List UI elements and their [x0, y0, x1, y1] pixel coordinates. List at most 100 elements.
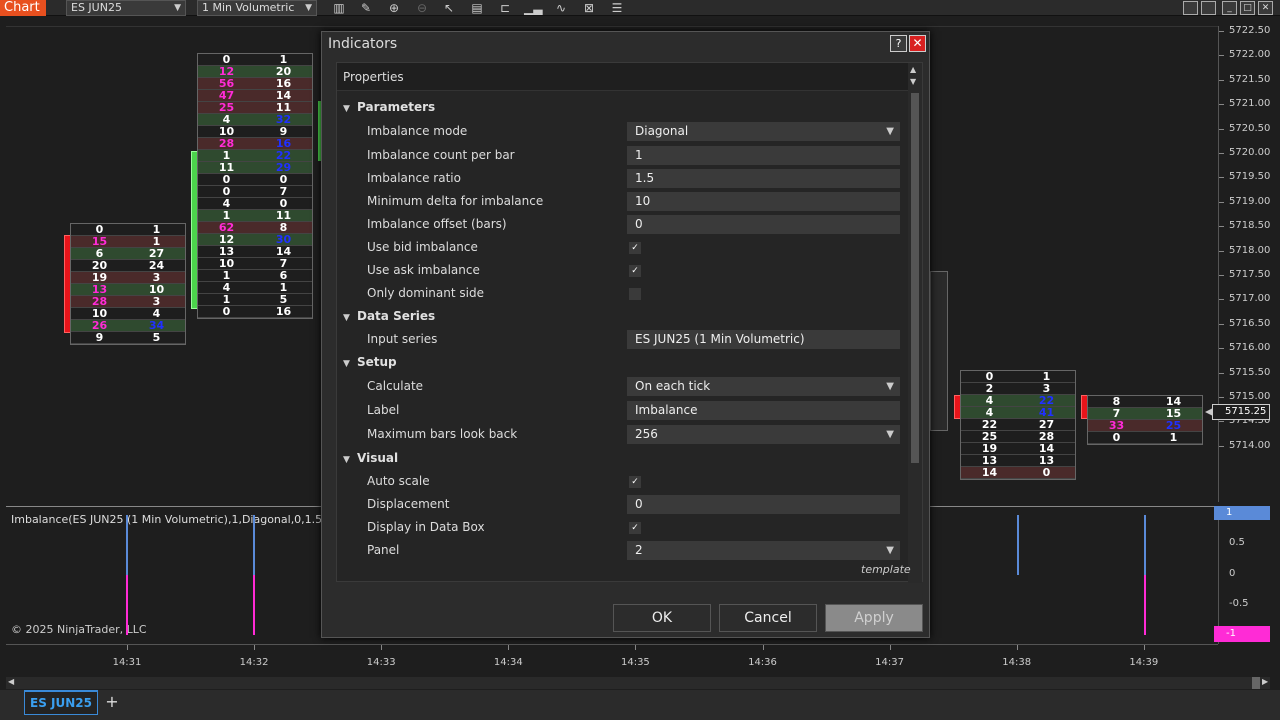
max-bars-select[interactable]: 256 ▼	[627, 425, 900, 444]
bar-type-icon[interactable]: ▥	[330, 0, 348, 16]
strategies-icon[interactable]: ∿	[552, 0, 570, 16]
help-icon[interactable]: ?	[890, 35, 907, 52]
collapse-triangle-icon: ▼	[343, 455, 350, 465]
panel-select[interactable]: 2 ▼	[627, 541, 900, 560]
price-tick-label: 5718.50	[1229, 220, 1271, 232]
collapse-triangle-icon: ▼	[343, 359, 350, 369]
use-ask-checkbox[interactable]: ✓	[629, 265, 641, 277]
display-data-box-checkbox[interactable]: ✓	[629, 522, 641, 534]
displacement-input[interactable]: 0	[627, 495, 900, 514]
label-imbalance-count: Imbalance count per bar	[367, 148, 515, 162]
footprint-row: 01	[71, 224, 185, 236]
indicators-icon[interactable]: ▁▃	[524, 0, 542, 16]
scroll-thumb[interactable]	[1252, 677, 1260, 689]
scroll-down-icon[interactable]: ▼	[910, 77, 916, 86]
tab-es-jun25[interactable]: ES JUN25	[24, 690, 98, 715]
footprint-bar: 0 1 2 3 4 22 4 41 22 27 25 28 19 14 13 13 14 0	[960, 370, 1076, 480]
ask-volume: 0	[1042, 466, 1051, 479]
imbalance-plot-up	[1017, 515, 1019, 575]
footprint-row: 95	[71, 332, 185, 344]
restore-icon[interactable]	[1201, 1, 1216, 15]
close-icon[interactable]: ✕	[909, 35, 926, 52]
last-price-marker: 5715.25	[1205, 404, 1270, 420]
footprint-row: 07	[198, 186, 312, 198]
footprint-row: 1 22	[198, 150, 312, 162]
chart-trader-icon[interactable]: ⊏	[496, 0, 514, 16]
category-visual[interactable]: ▼ Visual	[343, 451, 398, 465]
close-icon[interactable]: ✕	[1258, 1, 1273, 15]
use-bid-checkbox[interactable]: ✓	[629, 242, 641, 254]
horizontal-scrollbar[interactable]: ◀ ▶	[6, 677, 1270, 689]
imbalance-plot-up	[253, 515, 255, 575]
category-setup[interactable]: ▼ Setup	[343, 355, 397, 369]
price-tick-mark	[1219, 275, 1224, 276]
pointer-icon[interactable]: ↖	[440, 0, 458, 16]
indicator-axis[interactable]: 0.5 0 -0.5	[1218, 506, 1280, 644]
footprint-row: 11 29	[198, 162, 312, 174]
scroll-left-icon[interactable]: ◀	[8, 677, 14, 686]
footprint-row: 10 4	[71, 308, 185, 320]
footprint-row: 25 28	[961, 431, 1075, 443]
label-max-bars: Maximum bars look back	[367, 427, 518, 441]
price-tick-label: 5720.00	[1229, 147, 1271, 158]
zoom-in-icon[interactable]: ⊕	[385, 0, 403, 16]
minimize-window-icon[interactable]: _	[1222, 1, 1237, 15]
data-box-icon[interactable]: ▤	[468, 0, 486, 16]
price-tick-mark	[1219, 153, 1224, 154]
maximize-icon[interactable]: □	[1240, 1, 1255, 15]
time-tick-mark	[635, 645, 637, 650]
time-axis[interactable]: 14:31 14:32 14:33 14:34 14:35 14:36 14:37 14:38…	[6, 644, 1218, 676]
templates-icon[interactable]: ⊠	[580, 0, 598, 16]
category-data-series[interactable]: ▼ Data Series	[343, 309, 435, 323]
calculate-select[interactable]: On each tick ▼	[627, 377, 900, 396]
imbalance-plot-down	[1144, 575, 1146, 635]
category-parameters[interactable]: ▼ Parameters	[343, 100, 435, 114]
price-axis[interactable]: 5722.50 5722.00 5721.50 5721.00 5720.50 5720.…	[1218, 25, 1280, 502]
imbalance-ratio-input[interactable]: 1.5	[627, 169, 900, 188]
label-panel: Panel	[367, 543, 400, 557]
ok-button[interactable]: OK	[613, 604, 711, 632]
properties-icon[interactable]: ☰	[608, 0, 626, 16]
footprint-row: 25 11	[198, 102, 312, 114]
imbalance-count-input[interactable]: 1	[627, 146, 900, 165]
time-tick-label: 14:37	[875, 657, 905, 668]
add-tab-icon[interactable]: +	[104, 693, 120, 711]
drawing-tool-icon[interactable]: ✎	[357, 0, 375, 16]
footprint-row: 10 9	[198, 126, 312, 138]
properties-scrollbar[interactable]: ▲ ▼	[908, 63, 922, 583]
price-tick-label: 5722.50	[1229, 25, 1271, 36]
template-link[interactable]: template	[861, 563, 911, 576]
footprint-row: 01	[1088, 432, 1202, 444]
chevron-down-icon: ▼	[305, 3, 312, 13]
apply-button[interactable]: Apply	[825, 604, 923, 632]
chart-window-tab[interactable]: Chart	[0, 0, 46, 16]
only-dominant-checkbox[interactable]	[629, 288, 641, 300]
label-input[interactable]: Imbalance	[627, 401, 900, 420]
indicator-value-tag-down: -1	[1214, 626, 1270, 642]
price-tick-mark	[1219, 79, 1224, 81]
price-tick-mark	[1219, 348, 1224, 350]
price-tick-mark	[1219, 177, 1224, 179]
scroll-right-icon[interactable]: ▶	[1262, 677, 1268, 686]
cancel-button[interactable]: Cancel	[719, 604, 817, 632]
minimize-icon[interactable]	[1183, 1, 1198, 15]
instrument-selector[interactable]: ES JUN25 ▼	[66, 0, 186, 16]
interval-selector[interactable]: 1 Min Volumetric ▼	[197, 0, 317, 16]
footprint-bar: 0 1 12 20 56 16 47 14 25 11 4 32 10 9 28 16 1 22 11 29 0 0 0 7 4…	[197, 53, 313, 319]
imbalance-mode-select[interactable]: Diagonal ▼	[627, 122, 900, 141]
price-tick-mark	[1219, 104, 1224, 106]
scroll-up-icon[interactable]: ▲	[910, 65, 916, 74]
time-tick-label: 14:39	[1129, 657, 1159, 668]
ninjatrader-chart-window: Chart ES JUN25 ▼ 1 Min Volumetric ▼ ▥ ✎ …	[0, 0, 1280, 720]
footprint-bar: 8 14 7 15 33 25 0 1	[1087, 395, 1203, 445]
time-tick-mark	[508, 645, 510, 650]
zoom-out-icon[interactable]: ⊖	[413, 0, 431, 16]
footprint-row: 01	[198, 54, 312, 66]
auto-scale-checkbox[interactable]: ✓	[629, 476, 641, 488]
input-series-field[interactable]: ES JUN25 (1 Min Volumetric)	[627, 330, 900, 349]
scroll-thumb[interactable]	[911, 93, 919, 463]
min-delta-input[interactable]: 10	[627, 192, 900, 211]
label-display-data-box: Display in Data Box	[367, 520, 485, 534]
imbalance-offset-input[interactable]: 0	[627, 215, 900, 234]
time-tick-mark	[254, 645, 256, 650]
